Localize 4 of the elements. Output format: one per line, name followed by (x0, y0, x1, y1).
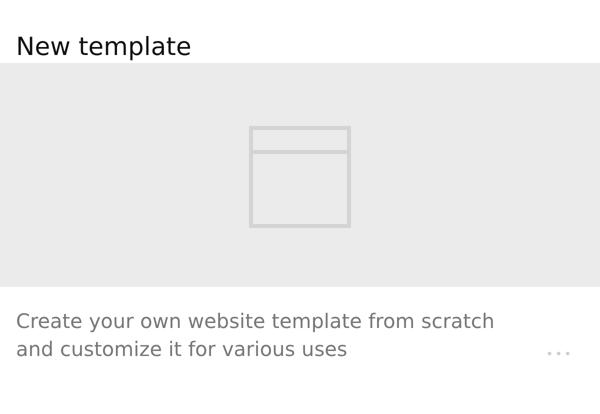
template-description: Create your own website template from scratch and customize it for various uses (16, 308, 496, 363)
card-title: New template (15, 31, 192, 63)
more-button[interactable]: ••• (546, 347, 574, 361)
window-icon (249, 126, 351, 228)
